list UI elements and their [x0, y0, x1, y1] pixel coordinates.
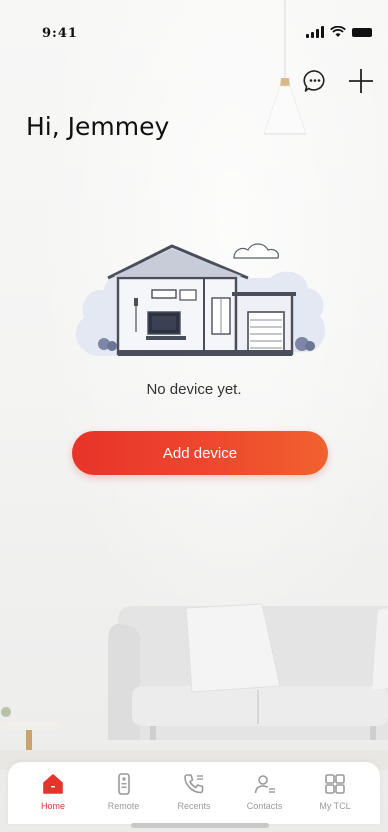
- home-screen: 9:41 Hi, Jemmey No device yet. Add devic…: [0, 0, 388, 832]
- tab-contacts[interactable]: Contacts: [234, 762, 296, 824]
- tab-recents[interactable]: Recents: [163, 762, 225, 824]
- signal-icon: [306, 26, 324, 38]
- house-illustration: [75, 243, 325, 356]
- top-actions: [300, 66, 376, 96]
- tab-home[interactable]: Home: [22, 762, 84, 824]
- tab-remote-label: Remote: [107, 801, 140, 811]
- grid-icon: [321, 770, 349, 798]
- remote-icon: [110, 770, 138, 798]
- status-bar: 9:41: [0, 0, 388, 44]
- wifi-icon: [330, 26, 346, 37]
- bottom-tab-bar: Home Remote Recents Contacts My TCL: [8, 762, 380, 824]
- add-icon[interactable]: [346, 66, 376, 96]
- empty-state-message: No device yet.: [146, 381, 242, 398]
- status-icons: [306, 26, 372, 38]
- contacts-icon: [251, 770, 279, 798]
- add-device-button[interactable]: Add device: [72, 431, 328, 475]
- tab-remote[interactable]: Remote: [93, 762, 155, 824]
- phone-icon: [180, 770, 208, 798]
- tab-my-tcl-label: My TCL: [319, 801, 351, 811]
- tab-contacts-label: Contacts: [246, 801, 283, 811]
- tab-home-label: Home: [40, 801, 65, 811]
- greeting-title: Hi, Jemmey: [26, 112, 170, 141]
- battery-icon: [352, 27, 372, 37]
- tab-my-tcl[interactable]: My TCL: [304, 762, 366, 824]
- home-indicator[interactable]: [131, 823, 269, 828]
- status-time: 9:41: [42, 26, 78, 41]
- message-icon[interactable]: [300, 66, 330, 96]
- tab-recents-label: Recents: [177, 801, 211, 811]
- living-room-illustration: [0, 603, 388, 770]
- home-icon: [39, 770, 67, 798]
